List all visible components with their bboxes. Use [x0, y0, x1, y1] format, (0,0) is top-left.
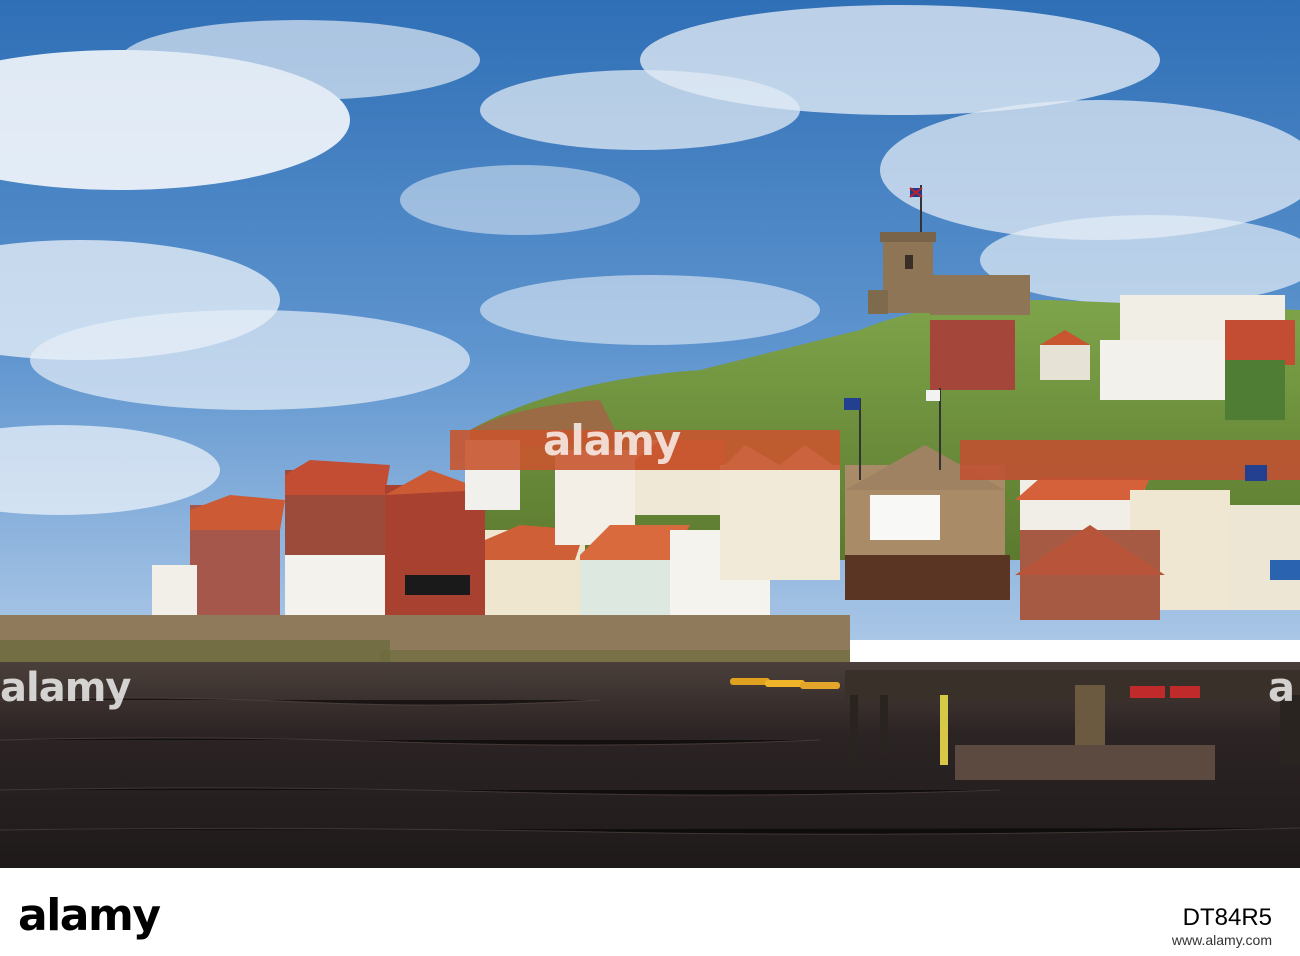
- harbour-town-photo: [0, 0, 1300, 868]
- stock-photo-frame: alamy alamy a alamy DT84R5 www.alamy.com: [0, 0, 1300, 956]
- brand-logo: alamy: [18, 890, 161, 941]
- image-id: DT84R5: [1182, 904, 1272, 931]
- site-url: www.alamy.com: [1171, 932, 1272, 948]
- footer-bar: [0, 868, 1300, 956]
